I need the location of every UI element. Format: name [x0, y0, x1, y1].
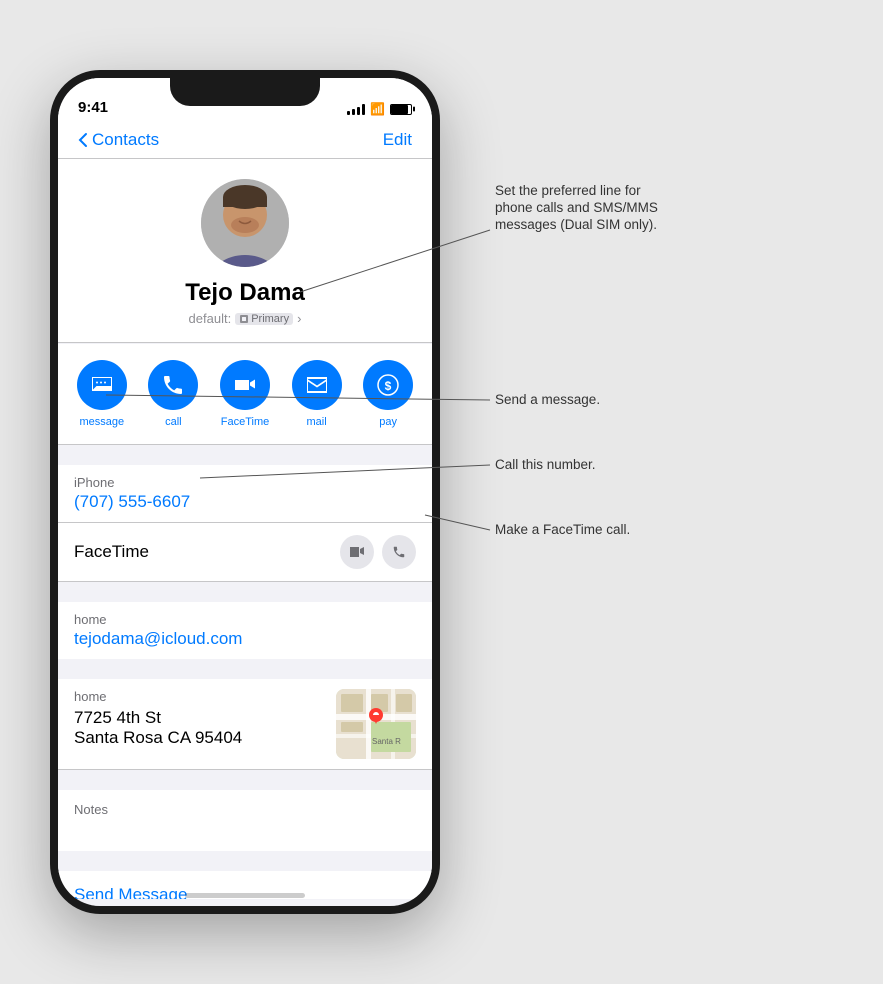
pay-action-button[interactable]: $ pay	[363, 360, 413, 428]
sim-badge: Primary	[235, 313, 293, 325]
address-section: home 7725 4th St Santa Rosa CA 95404	[58, 679, 432, 770]
svg-text:Send a message.: Send a message.	[495, 392, 600, 407]
email-section: home tejodama@icloud.com	[58, 602, 432, 659]
facetime-audio-button[interactable]	[382, 535, 416, 569]
facetime-action-button[interactable]: FaceTime	[220, 360, 270, 428]
pay-icon-circle: $	[363, 360, 413, 410]
call-action-label: call	[165, 416, 182, 428]
contact-name: Tejo Dama	[185, 279, 305, 307]
svg-text:Set the preferred line for: Set the preferred line for	[495, 183, 641, 198]
nav-bar: Contacts Edit	[58, 122, 432, 159]
chevron-left-icon	[78, 132, 88, 148]
action-buttons-row: message call	[58, 344, 432, 445]
notch	[170, 78, 320, 106]
message-action-label: message	[79, 416, 124, 428]
notes-label: Notes	[74, 802, 416, 817]
phone-label: iPhone	[74, 475, 416, 490]
facetime-video-button[interactable]	[340, 535, 374, 569]
call-icon-circle	[148, 360, 198, 410]
address-line1: 7725 4th St	[74, 708, 242, 728]
address-text: home 7725 4th St Santa Rosa CA 95404	[74, 689, 242, 748]
message-action-button[interactable]: message	[77, 360, 127, 428]
subtitle-prefix: default:	[189, 311, 232, 326]
signal-bars-icon	[347, 103, 365, 115]
status-icons: 📶	[347, 102, 412, 116]
screen: 9:41 📶	[58, 78, 432, 906]
phone-number[interactable]: (707) 555-6607	[74, 492, 416, 512]
subtitle-arrow: ›	[297, 311, 301, 326]
wifi-icon: 📶	[370, 102, 385, 116]
contact-header: Tejo Dama default: Primary ›	[58, 159, 432, 343]
svg-text:Call this number.: Call this number.	[495, 457, 596, 472]
message-icon-circle	[77, 360, 127, 410]
call-action-button[interactable]: call	[148, 360, 198, 428]
facetime-icon-circle	[220, 360, 270, 410]
content-scroll[interactable]: Tejo Dama default: Primary ›	[58, 159, 432, 899]
facetime-row: FaceTime	[58, 523, 432, 582]
home-indicator	[185, 893, 305, 898]
pay-action-label: pay	[379, 416, 397, 428]
map-thumbnail[interactable]: Santa R	[336, 689, 416, 759]
contact-subtitle: default: Primary ›	[189, 311, 302, 326]
phone-section: iPhone (707) 555-6607 FaceTime	[58, 465, 432, 582]
facetime-icon-buttons	[340, 535, 416, 569]
back-label: Contacts	[92, 130, 159, 150]
address-row[interactable]: home 7725 4th St Santa Rosa CA 95404	[58, 679, 432, 770]
battery-icon	[390, 104, 412, 115]
svg-text:messages (Dual SIM only).: messages (Dual SIM only).	[495, 217, 657, 232]
svg-text:Make a FaceTime call.: Make a FaceTime call.	[495, 522, 630, 537]
address-label: home	[74, 689, 242, 704]
facetime-action-label: FaceTime	[221, 416, 270, 428]
mail-icon-circle	[292, 360, 342, 410]
edit-button[interactable]: Edit	[383, 130, 412, 150]
svg-text:phone calls and SMS/MMS: phone calls and SMS/MMS	[495, 200, 658, 215]
email-label: home	[74, 612, 416, 627]
facetime-label: FaceTime	[74, 542, 149, 562]
mail-action-label: mail	[306, 416, 326, 428]
email-row[interactable]: home tejodama@icloud.com	[58, 602, 432, 659]
status-time: 9:41	[78, 99, 108, 116]
address-line2: Santa Rosa CA 95404	[74, 728, 242, 748]
avatar	[201, 179, 289, 267]
notes-section: Notes	[58, 790, 432, 851]
svg-text:$: $	[385, 379, 392, 393]
phone-row[interactable]: iPhone (707) 555-6607	[58, 465, 432, 523]
mail-action-button[interactable]: mail	[292, 360, 342, 428]
phone-frame: 9:41 📶	[50, 70, 440, 914]
svg-text:Santa R: Santa R	[372, 737, 401, 746]
email-value[interactable]: tejodama@icloud.com	[74, 629, 416, 649]
back-button[interactable]: Contacts	[78, 130, 159, 150]
